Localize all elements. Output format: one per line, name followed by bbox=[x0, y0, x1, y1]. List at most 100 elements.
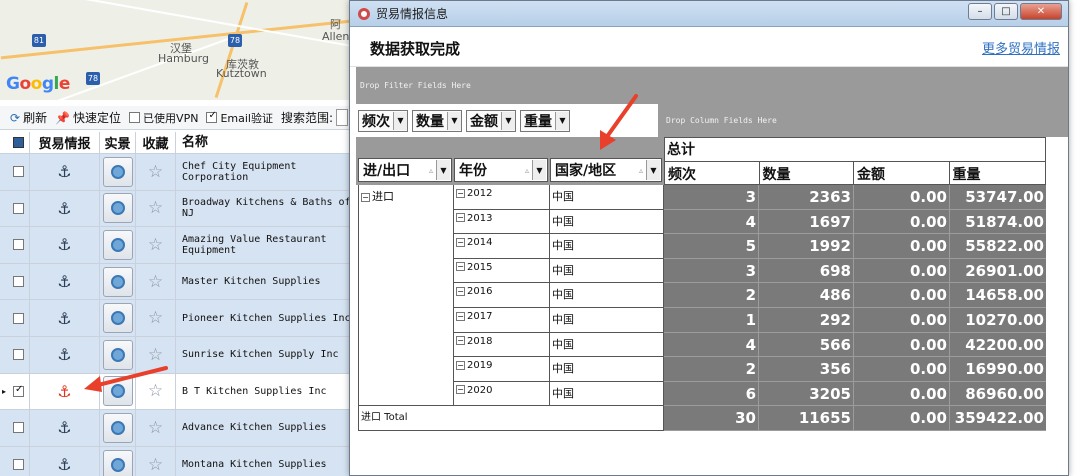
star-icon[interactable]: ☆ bbox=[148, 455, 163, 475]
collapse-icon[interactable]: − bbox=[456, 188, 465, 198]
freq-cell: 1 bbox=[664, 308, 759, 333]
row-field-direction[interactable]: 进/出口 ▵ ▼ bbox=[358, 158, 452, 182]
table-row[interactable]: ⚓ ☆ Pioneer Kitchen Supplies Inc bbox=[0, 300, 352, 337]
street-view-icon[interactable] bbox=[102, 412, 133, 443]
star-icon[interactable]: ☆ bbox=[148, 272, 163, 292]
data-field-qty[interactable]: 数量 ▼ bbox=[412, 109, 462, 132]
vpn-checkbox[interactable]: 已使用VPN bbox=[129, 110, 198, 126]
table-row[interactable]: ⚓ ☆ Sunrise Kitchen Supply Inc bbox=[0, 336, 352, 374]
company-name[interactable]: Sunrise Kitchen Supply Inc bbox=[176, 337, 352, 373]
measure-header[interactable]: 重量 bbox=[950, 162, 1046, 185]
dropdown-arrow-icon[interactable]: ▼ bbox=[555, 111, 569, 130]
anchor-icon[interactable]: ⚓ bbox=[57, 382, 71, 401]
company-name[interactable]: Pioneer Kitchen Supplies Inc bbox=[176, 300, 352, 336]
maximize-button[interactable]: □ bbox=[994, 3, 1018, 20]
anchor-icon[interactable]: ⚓ bbox=[57, 199, 71, 218]
measure-header[interactable]: 数量 bbox=[760, 162, 854, 185]
company-name[interactable]: Montana Kitchen Supplies bbox=[176, 447, 352, 476]
collapse-icon[interactable]: − bbox=[456, 385, 465, 395]
table-row[interactable]: ⚓ ☆ Master Kitchen Supplies bbox=[0, 263, 352, 301]
title-bar[interactable]: 贸易情报信息 – □ ✕ bbox=[350, 1, 1068, 27]
email-check-box[interactable] bbox=[206, 110, 218, 123]
header-name[interactable]: 名称 bbox=[176, 132, 352, 153]
refresh-button[interactable]: ⟳ 刷新 bbox=[10, 109, 47, 126]
company-name[interactable]: Advance Kitchen Supplies bbox=[176, 410, 352, 446]
dropdown-arrow-icon[interactable]: ▼ bbox=[532, 160, 546, 180]
dropdown-arrow-icon[interactable]: ▼ bbox=[501, 111, 515, 130]
header-trade-intel[interactable]: 贸易情报 bbox=[30, 132, 100, 153]
row-checkbox[interactable] bbox=[13, 239, 24, 251]
select-all-checkbox[interactable] bbox=[8, 132, 30, 153]
row-field-year[interactable]: 年份 ▵ ▼ bbox=[454, 158, 548, 182]
star-icon[interactable]: ☆ bbox=[148, 418, 163, 438]
anchor-icon[interactable]: ⚓ bbox=[57, 345, 71, 364]
table-row[interactable]: ▸⚓☆B T Kitchen Supplies Inc bbox=[0, 373, 352, 411]
table-row[interactable]: ⚓ ☆ Chef City Equipment Corporation bbox=[0, 154, 352, 191]
anchor-icon[interactable]: ⚓ bbox=[57, 418, 71, 437]
table-row[interactable]: ⚓ ☆ Amazing Value Restaurant Equipment bbox=[0, 227, 352, 264]
company-name[interactable]: Master Kitchen Supplies bbox=[176, 264, 352, 300]
anchor-icon[interactable]: ⚓ bbox=[57, 162, 71, 181]
header-street-view[interactable]: 实景 bbox=[100, 132, 136, 153]
dropdown-arrow-icon[interactable]: ▼ bbox=[393, 111, 407, 130]
collapse-icon[interactable]: − bbox=[456, 286, 465, 296]
minimize-button[interactable]: – bbox=[968, 3, 992, 20]
row-checkbox[interactable] bbox=[13, 422, 24, 434]
dropdown-arrow-icon[interactable]: ▼ bbox=[447, 111, 461, 130]
quick-locate-button[interactable]: 📌 快速定位 bbox=[55, 109, 121, 126]
filter-drop-zone[interactable]: Drop Filter Fields Here bbox=[356, 67, 1068, 104]
company-name[interactable]: B T Kitchen Supplies Inc bbox=[176, 374, 352, 410]
dropdown-arrow-icon[interactable]: ▼ bbox=[436, 160, 450, 180]
anchor-icon[interactable]: ⚓ bbox=[57, 455, 71, 474]
column-drop-zone[interactable]: Drop Column Fields Here bbox=[658, 104, 1068, 137]
header-favorite[interactable]: 收藏 bbox=[136, 132, 176, 153]
row-checkbox[interactable] bbox=[13, 166, 24, 178]
more-trade-intel-link[interactable]: 更多贸易情报 bbox=[982, 38, 1060, 57]
company-name[interactable]: Broadway Kitchens & Baths of NJ bbox=[176, 191, 352, 227]
collapse-icon[interactable]: − bbox=[456, 262, 465, 272]
search-scope-select[interactable] bbox=[336, 109, 349, 126]
street-view-icon[interactable] bbox=[102, 303, 133, 334]
table-row[interactable]: ⚓ ☆ Montana Kitchen Supplies bbox=[0, 446, 352, 476]
close-button[interactable]: ✕ bbox=[1020, 3, 1062, 20]
vpn-check-box[interactable] bbox=[129, 112, 141, 123]
star-icon[interactable]: ☆ bbox=[148, 198, 163, 218]
row-checkbox[interactable] bbox=[13, 349, 24, 361]
row-checkbox[interactable] bbox=[13, 202, 24, 214]
star-icon[interactable]: ☆ bbox=[148, 162, 163, 182]
anchor-icon[interactable]: ⚓ bbox=[57, 309, 71, 328]
data-field-freq[interactable]: 频次 ▼ bbox=[358, 109, 408, 132]
measure-header[interactable]: 金额 bbox=[854, 162, 950, 185]
table-row[interactable]: ⚓ ☆ Advance Kitchen Supplies bbox=[0, 410, 352, 447]
data-field-weight[interactable]: 重量 ▼ bbox=[520, 109, 570, 132]
anchor-icon[interactable]: ⚓ bbox=[57, 235, 71, 254]
row-checkbox[interactable] bbox=[13, 312, 24, 324]
street-view-icon[interactable] bbox=[102, 449, 133, 476]
collapse-icon[interactable]: − bbox=[361, 192, 370, 202]
collapse-icon[interactable]: − bbox=[456, 311, 465, 321]
collapse-icon[interactable]: − bbox=[456, 336, 465, 346]
map-view[interactable]: 81 78 78 汉堡 Hamburg 库茨敦 Kutztown 阿 Allen… bbox=[0, 0, 352, 100]
row-checkbox[interactable] bbox=[13, 384, 24, 397]
collapse-icon[interactable]: − bbox=[456, 360, 465, 370]
anchor-icon[interactable]: ⚓ bbox=[57, 272, 71, 291]
email-checkbox[interactable]: Email验证 bbox=[206, 110, 273, 126]
table-row[interactable]: ⚓ ☆ Broadway Kitchens & Baths of NJ bbox=[0, 190, 352, 228]
street-view-icon[interactable] bbox=[102, 193, 133, 224]
street-view-icon[interactable] bbox=[102, 156, 133, 187]
street-view-icon[interactable] bbox=[102, 266, 133, 297]
data-field-amount[interactable]: 金额 ▼ bbox=[466, 109, 516, 132]
measure-header[interactable]: 频次 bbox=[665, 162, 760, 185]
row-checkbox[interactable] bbox=[13, 276, 24, 288]
collapse-icon[interactable]: − bbox=[456, 237, 465, 247]
street-view-icon[interactable] bbox=[102, 229, 133, 260]
dropdown-arrow-icon[interactable]: ▼ bbox=[646, 160, 660, 180]
total-freq-cell: 30 bbox=[664, 406, 759, 431]
company-name[interactable]: Chef City Equipment Corporation bbox=[176, 154, 352, 190]
star-icon[interactable]: ☆ bbox=[148, 308, 163, 328]
collapse-icon[interactable]: − bbox=[456, 213, 465, 223]
star-icon[interactable]: ☆ bbox=[148, 235, 163, 255]
company-name[interactable]: Amazing Value Restaurant Equipment bbox=[176, 227, 352, 263]
row-checkbox[interactable] bbox=[13, 459, 24, 471]
row-field-country[interactable]: 国家/地区 ▵ ▼ bbox=[550, 158, 662, 182]
